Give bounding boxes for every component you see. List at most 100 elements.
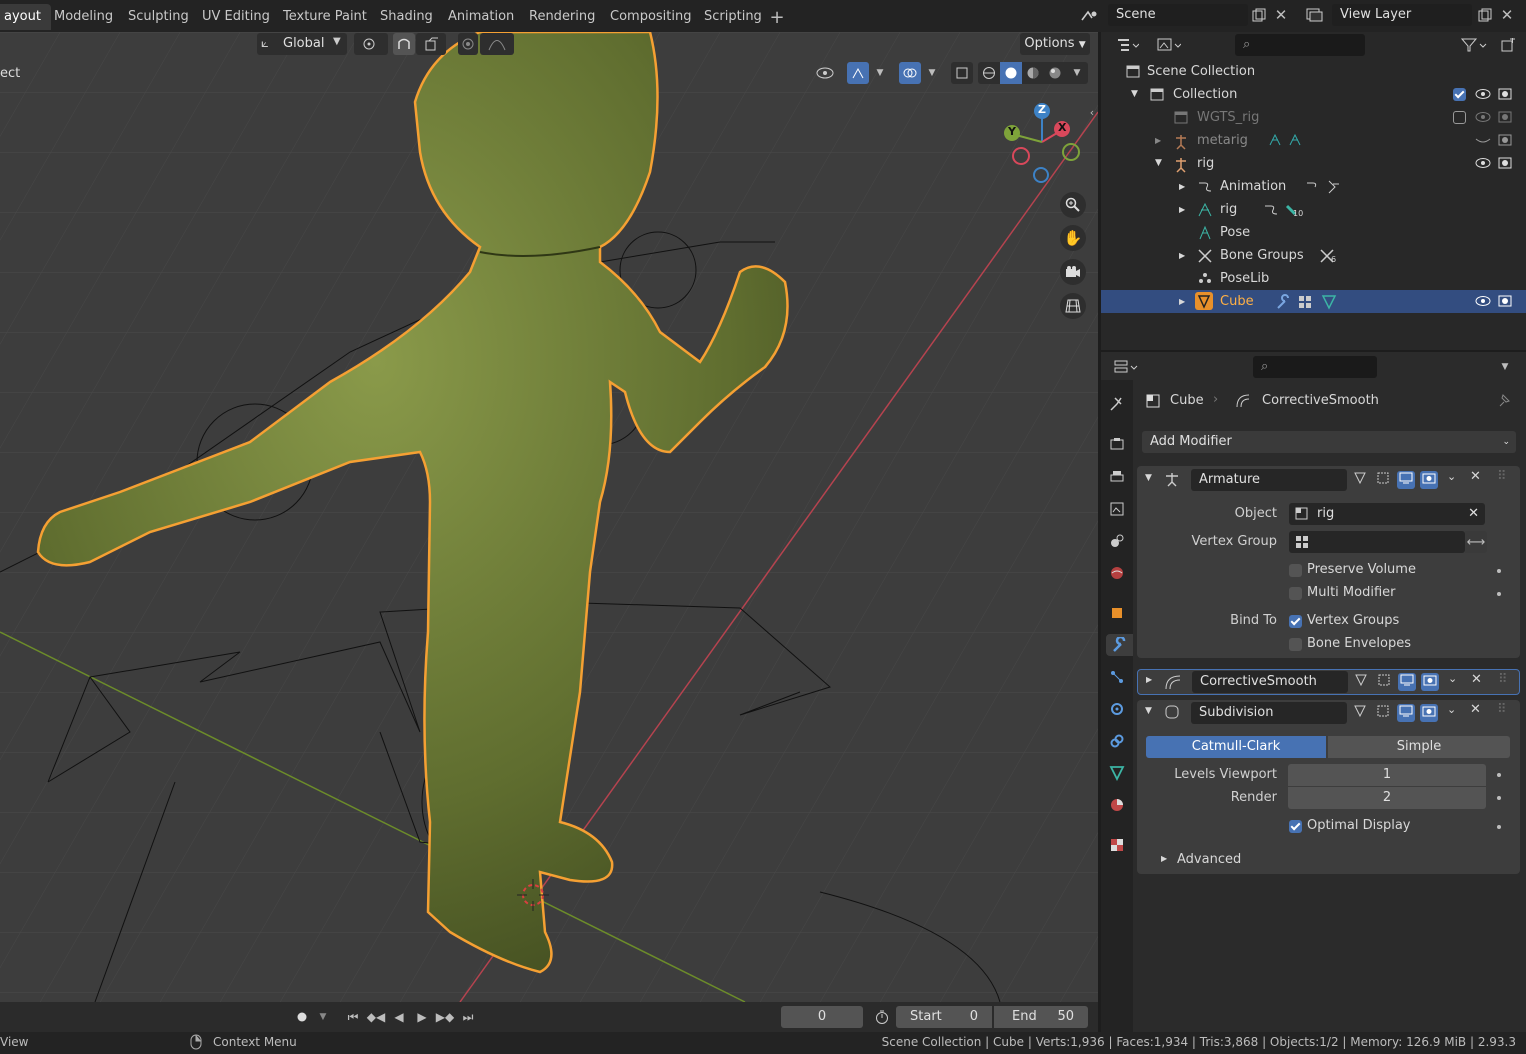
exclude-checkbox[interactable] <box>1453 88 1466 101</box>
outliner-row-wgts-rig[interactable]: WGTS_rig <box>1101 106 1526 129</box>
keyframe-dot-icon[interactable] <box>1497 825 1501 829</box>
view-layer-browse-icon[interactable] <box>1300 4 1330 26</box>
keyframe-dot-icon[interactable] <box>1497 569 1501 573</box>
exclude-checkbox[interactable] <box>1453 111 1466 124</box>
display-mode-icon[interactable] <box>1151 34 1187 56</box>
chevron-down-icon[interactable]: ⌄ <box>1447 703 1456 716</box>
current-frame-field[interactable]: 0 <box>781 1006 863 1028</box>
view-layer-field[interactable]: View Layer <box>1332 4 1472 26</box>
pan-hand-icon[interactable]: ✋ <box>1060 225 1086 251</box>
disclosure-open-icon[interactable]: ▼ <box>1145 473 1152 483</box>
viewport-display-icon[interactable] <box>1397 471 1415 489</box>
disclosure-closed-icon[interactable]: ▶ <box>1179 198 1185 221</box>
filter-icon[interactable] <box>1454 34 1494 56</box>
snap-toggle-icon[interactable] <box>393 33 415 55</box>
tab-scripting[interactable]: Scripting <box>694 4 772 30</box>
3d-viewport[interactable]: ect ⟀ Global ▼ Options ▼ ▼ ▼ ▼ Z X Y ✋ ‹ <box>0 32 1098 1002</box>
close-icon[interactable]: ✕ <box>1471 672 1482 687</box>
corrective-smooth-modifier-panel[interactable]: ▶ CorrectiveSmooth ⌄ ✕ ⠿ <box>1137 669 1520 695</box>
outliner-row-poselib[interactable]: PoseLib <box>1101 267 1526 290</box>
close-icon[interactable]: ✕ <box>1470 702 1481 717</box>
outliner-row-animation[interactable]: ▶ Animation <box>1101 175 1526 198</box>
outliner-row-cube[interactable]: ▶ Cube <box>1101 290 1526 313</box>
mesh-data-tab-icon[interactable] <box>1106 762 1128 784</box>
edit-cage-icon[interactable] <box>1351 704 1369 722</box>
texture-tab-icon[interactable] <box>1106 834 1128 856</box>
camera-view-icon[interactable] <box>1060 259 1086 285</box>
scene-tab-icon[interactable] <box>1106 530 1128 552</box>
delete-scene-icon[interactable]: ✕ <box>1271 4 1291 26</box>
add-modifier-dropdown[interactable]: Add Modifier ⌄ <box>1142 431 1516 453</box>
corrective-smooth-name-field[interactable]: CorrectiveSmooth <box>1192 671 1348 693</box>
disclosure-open-icon[interactable]: ▼ <box>1131 83 1138 106</box>
tool-tab-icon[interactable] <box>1106 393 1128 415</box>
scene-browse-icon[interactable] <box>1075 5 1105 27</box>
disclosure-closed-icon[interactable]: ▶ <box>1146 675 1152 684</box>
disclosure-closed-icon[interactable]: ▶ <box>1179 175 1185 198</box>
chevron-down-icon[interactable]: ⌄ <box>1447 470 1456 483</box>
camera-render-icon[interactable] <box>1497 290 1513 321</box>
render-tab-icon[interactable] <box>1106 433 1128 455</box>
tab-shading[interactable]: Shading <box>370 4 443 30</box>
catmull-clark-button[interactable]: Catmull-Clark <box>1146 736 1326 758</box>
keyframe-dot-icon[interactable] <box>1497 592 1501 596</box>
chevron-down-icon[interactable]: ▼ <box>314 1007 332 1027</box>
delete-view-layer-icon[interactable]: ✕ <box>1497 4 1517 26</box>
editmode-icon[interactable] <box>1374 471 1392 489</box>
advanced-subpanel-header[interactable]: Advanced <box>1177 852 1241 867</box>
chevron-down-icon[interactable]: ▼ <box>922 62 942 84</box>
armature-name-field[interactable]: Armature <box>1191 469 1347 491</box>
render-toggle-icon[interactable] <box>1420 471 1438 489</box>
edit-cage-icon[interactable] <box>1352 673 1370 691</box>
start-frame-field[interactable]: Start 0 <box>896 1006 992 1028</box>
render-toggle-icon[interactable] <box>1421 673 1439 691</box>
render-levels-field[interactable]: 2 <box>1288 787 1486 809</box>
chevron-down-icon[interactable]: ▼ <box>1495 356 1515 378</box>
sidebar-toggle-icon[interactable]: ‹ <box>1086 104 1098 120</box>
visibility-icon[interactable] <box>808 62 842 84</box>
eye-icon[interactable] <box>1475 290 1491 321</box>
modifier-tab-icon[interactable] <box>1106 634 1133 656</box>
armature-object-field[interactable]: rig ✕ <box>1289 503 1485 525</box>
end-frame-field[interactable]: End 50 <box>994 1006 1088 1028</box>
editmode-icon[interactable] <box>1375 673 1393 691</box>
add-workspace-button[interactable]: + <box>766 6 788 28</box>
jump-start-icon[interactable]: ⏮ <box>342 1006 364 1028</box>
viewport-display-icon[interactable] <box>1397 704 1415 722</box>
zoom-icon[interactable] <box>1060 192 1086 218</box>
editor-type-icon[interactable] <box>1111 34 1145 56</box>
jump-end-icon[interactable]: ⏭ <box>457 1006 479 1028</box>
falloff-icon[interactable] <box>480 33 514 55</box>
tab-modeling[interactable]: Modeling <box>44 4 123 30</box>
keyframe-dot-icon[interactable] <box>1497 773 1501 777</box>
constraints-tab-icon[interactable] <box>1106 730 1128 752</box>
wireframe-shading-icon[interactable] <box>978 62 1000 84</box>
proportional-edit-icon[interactable] <box>458 33 478 55</box>
particles-tab-icon[interactable] <box>1106 666 1128 688</box>
tab-texture-paint[interactable]: Texture Paint <box>273 4 377 30</box>
rendered-shading-icon[interactable] <box>1044 62 1066 84</box>
overlays-toggle-icon[interactable] <box>899 62 921 84</box>
physics-tab-icon[interactable] <box>1106 698 1128 720</box>
tab-animation[interactable]: Animation <box>438 4 524 30</box>
drag-handle-icon[interactable]: ⠿ <box>1498 672 1508 687</box>
output-tab-icon[interactable] <box>1106 466 1128 488</box>
invert-arrows-icon[interactable]: ⟷ <box>1465 531 1487 553</box>
outliner-row-scene-collection[interactable]: Scene Collection <box>1101 60 1526 83</box>
disclosure-closed-icon[interactable]: ▶ <box>1155 129 1161 152</box>
world-tab-icon[interactable] <box>1106 562 1128 584</box>
vertex-group-field[interactable] <box>1289 531 1465 553</box>
disclosure-open-icon[interactable]: ▼ <box>1155 152 1162 175</box>
scene-name-field[interactable]: Scene <box>1108 4 1248 26</box>
vertex-groups-checkbox[interactable] <box>1289 615 1302 628</box>
navigation-gizmo[interactable]: Z X Y <box>998 98 1088 188</box>
new-view-layer-icon[interactable] <box>1474 4 1496 26</box>
bone-envelopes-checkbox[interactable] <box>1289 638 1302 651</box>
levels-viewport-field[interactable]: 1 <box>1288 764 1486 786</box>
new-scene-icon[interactable] <box>1248 4 1270 26</box>
gizmo-toggle-icon[interactable] <box>847 62 869 84</box>
edit-cage-icon[interactable] <box>1351 471 1369 489</box>
keyframe-dot-icon[interactable] <box>1497 796 1501 800</box>
prev-keyframe-icon[interactable]: ◆◀ <box>365 1006 387 1028</box>
pin-icon[interactable] <box>1496 392 1512 414</box>
